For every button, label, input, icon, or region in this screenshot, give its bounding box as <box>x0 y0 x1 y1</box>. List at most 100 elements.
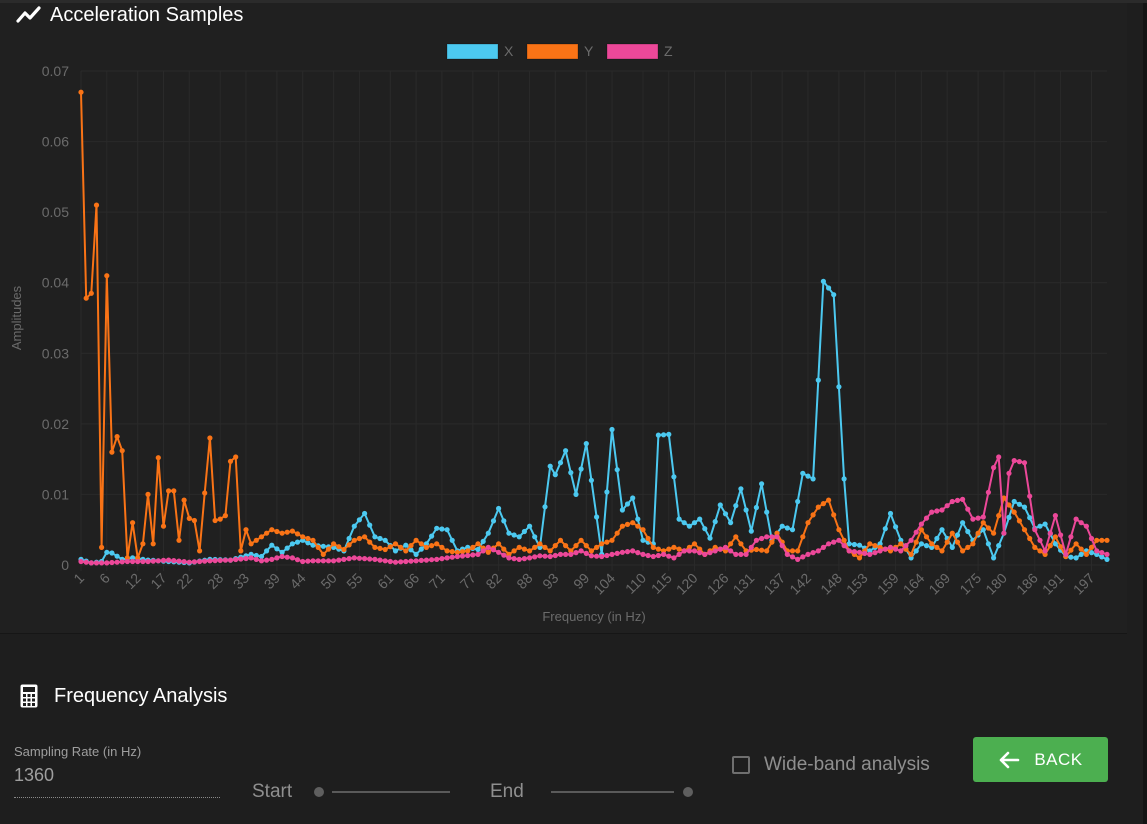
data-point-z <box>258 558 265 564</box>
data-point-z <box>217 557 223 564</box>
data-point-z <box>573 550 579 556</box>
data-point-z <box>717 546 723 552</box>
data-point-z <box>377 557 383 563</box>
data-point-x <box>362 510 368 517</box>
data-point-y <box>501 546 507 552</box>
data-point-y <box>599 541 605 547</box>
x-tick-label: 175 <box>956 570 984 598</box>
legend-swatch-z <box>606 43 659 60</box>
data-point-y <box>759 547 765 553</box>
start-slider-track[interactable] <box>332 791 450 793</box>
data-point-y <box>202 490 208 496</box>
end-slider-thumb[interactable] <box>683 787 693 797</box>
sampling-rate-input[interactable]: 1360 <box>14 765 220 798</box>
wideband-checkbox[interactable] <box>732 756 750 774</box>
data-point-z <box>521 556 528 562</box>
y-tick-label: 0.04 <box>42 275 69 291</box>
data-point-y <box>1078 546 1084 552</box>
data-point-z <box>1083 523 1089 529</box>
data-point-z <box>413 558 419 564</box>
data-point-z <box>893 546 899 552</box>
section-title-text: Frequency Analysis <box>54 684 228 707</box>
data-point-x <box>661 432 667 438</box>
data-point-y <box>666 546 672 552</box>
data-point-z <box>867 551 873 558</box>
data-point-z <box>197 558 203 565</box>
data-point-x <box>826 285 832 291</box>
data-point-y <box>640 527 646 533</box>
data-point-y <box>542 544 548 551</box>
data-point-z <box>877 548 883 554</box>
data-point-z <box>135 558 141 565</box>
data-point-z <box>233 556 239 563</box>
data-point-z <box>434 556 440 563</box>
data-point-z <box>702 551 708 558</box>
data-point-x <box>836 384 842 390</box>
data-point-z <box>1006 470 1012 476</box>
data-point-y <box>197 548 203 554</box>
data-point-y <box>413 537 419 543</box>
data-point-y <box>965 544 971 551</box>
back-button[interactable]: BACK <box>973 737 1108 782</box>
data-point-y <box>1104 537 1110 543</box>
data-point-x <box>1073 555 1079 561</box>
data-point-y <box>423 544 429 551</box>
data-point-y <box>207 435 213 441</box>
end-slider-track[interactable] <box>551 791 674 793</box>
data-point-y <box>325 546 332 552</box>
data-point-x <box>795 498 801 505</box>
data-point-x <box>1006 514 1012 521</box>
data-point-z <box>691 548 698 554</box>
end-label: End <box>490 781 524 802</box>
data-point-z <box>227 557 234 563</box>
data-point-x <box>697 516 703 522</box>
data-point-y <box>588 548 595 554</box>
x-tick-label: 153 <box>843 570 871 598</box>
legend-label-z: Z <box>664 43 673 59</box>
data-point-z <box>320 558 326 564</box>
data-point-y <box>233 454 239 460</box>
data-point-x <box>960 520 966 526</box>
data-point-z <box>975 515 981 521</box>
data-point-y <box>171 488 177 494</box>
data-point-z <box>269 556 275 563</box>
data-point-z <box>130 558 136 565</box>
data-point-z <box>470 552 476 558</box>
data-point-z <box>733 551 739 558</box>
x-tick-label: 169 <box>925 570 953 598</box>
data-point-z <box>315 558 321 564</box>
data-point-y <box>238 548 244 554</box>
data-point-x <box>604 489 610 495</box>
data-point-x <box>403 542 409 548</box>
start-slider-thumb[interactable] <box>314 787 324 797</box>
data-point-x <box>109 550 115 556</box>
data-point-y <box>645 535 651 542</box>
data-point-x <box>274 546 280 552</box>
data-point-y <box>243 527 249 533</box>
data-point-x <box>547 463 553 469</box>
data-point-y <box>557 537 564 543</box>
data-point-x <box>753 504 760 511</box>
data-point-x <box>563 448 569 454</box>
data-point-x <box>382 537 388 543</box>
data-point-y <box>511 548 517 554</box>
data-point-y <box>248 541 254 547</box>
data-point-z <box>341 556 347 563</box>
data-point-z <box>150 558 156 564</box>
data-point-z <box>336 557 342 563</box>
data-point-y <box>831 512 837 518</box>
data-point-z <box>856 549 863 555</box>
wideband-analysis-option[interactable]: Wide-band analysis <box>732 754 930 776</box>
data-point-x <box>707 535 713 541</box>
data-point-x <box>444 527 450 533</box>
data-point-y <box>258 534 265 540</box>
data-point-y <box>795 548 801 554</box>
data-point-z <box>444 555 450 561</box>
data-point-z <box>980 514 986 520</box>
data-point-y <box>872 543 878 549</box>
data-point-z <box>119 559 125 565</box>
data-point-y <box>387 544 393 550</box>
data-point-z <box>325 558 332 564</box>
data-point-y <box>805 520 811 526</box>
data-point-z <box>944 503 950 509</box>
